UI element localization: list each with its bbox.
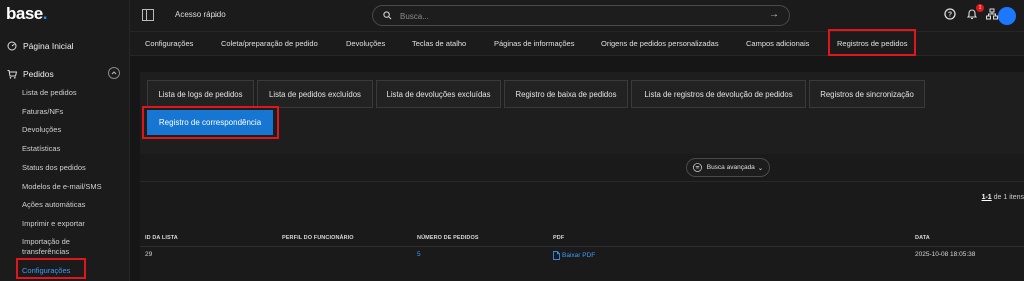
cell-orders-link[interactable]: 5 [417, 251, 421, 258]
sidebar-item-orders[interactable]: Pedidos [7, 69, 54, 79]
highlight-box [828, 29, 916, 56]
tab-teclas-atalho[interactable]: Teclas de atalho [412, 39, 466, 48]
pdf-icon [553, 251, 560, 260]
sidebar-item-label: Pedidos [23, 69, 54, 79]
search-input[interactable] [400, 9, 740, 23]
tab-coleta-preparacao[interactable]: Coleta/preparação de pedido [221, 39, 318, 48]
subtab-order-logs[interactable]: Lista de logs de pedidos [147, 80, 254, 108]
advanced-search-button[interactable]: Busca avançada ⌄ [686, 158, 770, 177]
main-content: Lista de logs de pedidos Lista de pedido… [140, 72, 1024, 281]
search-icon [383, 11, 392, 20]
sidebar-item-invoices[interactable]: Faturas/NFs [22, 107, 63, 117]
subtab-sync-logs[interactable]: Registros de sincronização [809, 80, 925, 108]
download-pdf-label: Baixar PDF [562, 252, 596, 259]
panel-icon[interactable] [142, 9, 154, 21]
subtab-deleted-returns[interactable]: Lista de devoluções excluídas [376, 80, 501, 108]
dashboard-icon [7, 41, 17, 51]
sidebar-item-statistics[interactable]: Estatísticas [22, 144, 60, 154]
avatar[interactable] [998, 7, 1016, 25]
search-bar: → [372, 5, 790, 26]
log-table: Busca avançada ⌄ 1-1 de 1 itens ID DA LI… [140, 154, 1024, 281]
subtab-order-writeoff-log[interactable]: Registro de baixa de pedidos [504, 80, 628, 108]
sidebar-item-label: Página Inicial [23, 41, 74, 51]
tab-paginas-informacoes[interactable]: Páginas de informações [494, 39, 574, 48]
divider [140, 181, 1024, 182]
cart-icon [7, 70, 17, 79]
help-icon[interactable]: ? [944, 8, 956, 20]
tab-origens-pedidos[interactable]: Origens de pedidos personalizadas [601, 39, 719, 48]
tab-configuracoes[interactable]: Configurações [145, 39, 193, 48]
pagination-range[interactable]: 1-1 [982, 194, 992, 201]
column-header-profile[interactable]: PERFIL DO FUNCIONÁRIO [282, 235, 354, 241]
arrow-right-icon[interactable]: → [769, 9, 779, 20]
subtab-return-logs[interactable]: Lista de registros de devolução de pedid… [631, 80, 806, 108]
svg-text:?: ? [948, 12, 952, 19]
highlight-box [142, 106, 279, 139]
top-bar: Acesso rápido ⌄ → ? 1 [130, 0, 1024, 32]
column-header-id[interactable]: ID DA LISTA [145, 235, 178, 241]
subtab-deleted-orders[interactable]: Lista de pedidos excluídos [257, 80, 373, 108]
chevron-up-icon [111, 71, 117, 75]
advanced-search-label: Busca avançada [706, 164, 755, 171]
network-icon[interactable] [986, 8, 998, 20]
settings-tabs: Configurações Coleta/preparação de pedid… [130, 29, 1024, 56]
sidebar-item-returns[interactable]: Devoluções [22, 125, 61, 135]
sidebar: base. Página Inicial Pedidos Lista de pe… [0, 0, 130, 281]
collapse-orders-toggle[interactable] [108, 67, 120, 79]
pagination-info: 1-1 de 1 itens [982, 194, 1024, 201]
logo[interactable]: base. [6, 4, 48, 24]
sidebar-item-transfer-import[interactable]: Importação de transferências [22, 237, 92, 257]
sidebar-item-home[interactable]: Página Inicial [7, 41, 74, 51]
filter-icon [692, 163, 702, 172]
pagination-total: de 1 itens [993, 194, 1024, 201]
chevron-down-icon: ⌄ [757, 164, 764, 172]
sidebar-item-email-templates[interactable]: Modelos de e-mail/SMS [22, 182, 102, 192]
column-header-orders[interactable]: NÚMERO DE PEDIDOS [417, 235, 479, 241]
download-pdf-link[interactable]: Baixar PDF [553, 251, 595, 260]
chevron-down-icon: ⌄ [212, 10, 219, 19]
sidebar-item-order-list[interactable]: Lista de pedidos [22, 88, 77, 98]
sidebar-item-order-status[interactable]: Status dos pedidos [22, 163, 86, 173]
tab-devolucoes[interactable]: Devoluções [346, 39, 385, 48]
column-header-pdf[interactable]: PDF [553, 235, 564, 241]
divider [140, 246, 1024, 247]
sidebar-item-auto-actions[interactable]: Ações automáticas [22, 200, 85, 210]
notification-badge: 1 [976, 4, 984, 12]
cell-date: 2025-10-08 18:05:38 [915, 251, 976, 258]
sidebar-item-print-export[interactable]: Imprimir e exportar [22, 219, 85, 229]
tab-campos-adicionais[interactable]: Campos adicionais [746, 39, 809, 48]
highlight-box [16, 258, 86, 279]
column-header-date[interactable]: DATA [915, 235, 930, 241]
cell-id: 29 [145, 251, 153, 258]
